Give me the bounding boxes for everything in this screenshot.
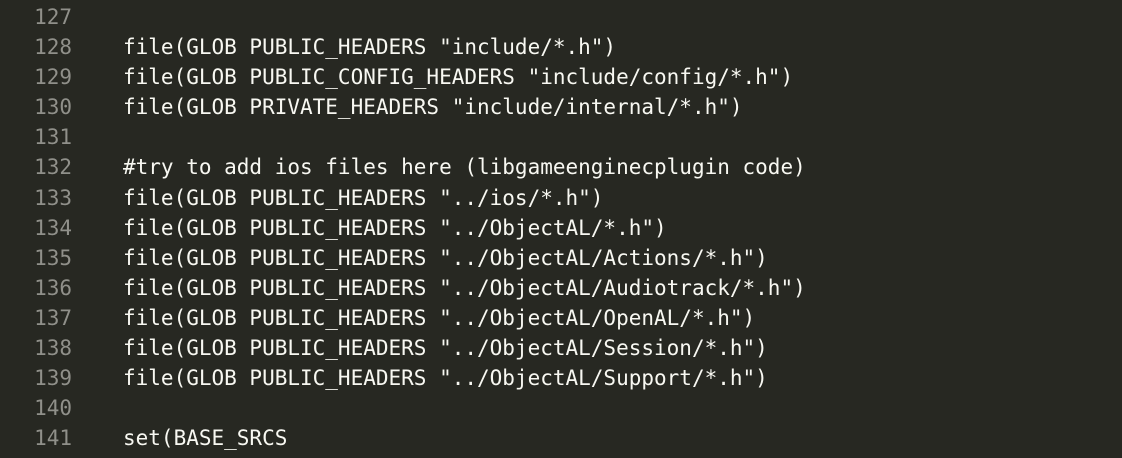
code-editor[interactable]: 127 128 file(GLOB PUBLIC_HEADERS "include/… (0, 0, 1122, 458)
line-code[interactable]: file(GLOB PUBLIC_HEADERS "../ObjectAL/Su… (123, 363, 768, 393)
code-line[interactable]: 129 file(GLOB PUBLIC_CONFIG_HEADERS "incl… (0, 62, 1122, 92)
partially-visible-line (123, 452, 520, 458)
code-line[interactable]: 131 (0, 122, 1122, 152)
code-line[interactable]: 133 file(GLOB PUBLIC_HEADERS "../ios/*.h"… (0, 183, 1122, 213)
code-line[interactable]: 137 file(GLOB PUBLIC_HEADERS "../ObjectAL… (0, 303, 1122, 333)
code-line[interactable]: 141 set(BASE_SRCS (0, 423, 1122, 453)
line-code[interactable]: file(GLOB PUBLIC_HEADERS "../ObjectAL/*.… (123, 213, 667, 243)
code-line[interactable]: 130 file(GLOB PRIVATE_HEADERS "include/in… (0, 92, 1122, 122)
line-code[interactable]: file(GLOB PUBLIC_HEADERS "include/*.h") (123, 32, 616, 62)
line-number: 135 (34, 245, 72, 270)
line-number: 130 (34, 95, 72, 120)
line-number: 129 (34, 65, 72, 90)
line-number: 140 (34, 396, 72, 421)
line-number: 136 (34, 275, 72, 300)
line-code[interactable]: file(GLOB PUBLIC_CONFIG_HEADERS "include… (123, 62, 793, 92)
code-line[interactable]: 139 file(GLOB PUBLIC_HEADERS "../ObjectAL… (0, 363, 1122, 393)
line-number: 133 (34, 185, 72, 210)
line-number: 128 (34, 35, 72, 60)
line-code[interactable]: set(BASE_SRCS (123, 423, 287, 453)
code-line[interactable]: 128 file(GLOB PUBLIC_HEADERS "include/*.h… (0, 32, 1122, 62)
code-line[interactable]: 127 (0, 2, 1122, 32)
line-number: 127 (34, 5, 72, 29)
line-number: 139 (34, 366, 72, 391)
code-lines: 127 128 file(GLOB PUBLIC_HEADERS "include/… (0, 2, 1122, 453)
line-number: 132 (34, 155, 72, 180)
code-line[interactable]: 138 file(GLOB PUBLIC_HEADERS "../ObjectAL… (0, 333, 1122, 363)
line-code[interactable]: file(GLOB PUBLIC_HEADERS "../ObjectAL/Ac… (123, 243, 768, 273)
line-number: 131 (34, 125, 72, 150)
line-number: 134 (34, 215, 72, 240)
line-number: 141 (34, 426, 72, 451)
line-code[interactable]: file(GLOB PUBLIC_HEADERS "../ObjectAL/Se… (123, 333, 768, 363)
code-line[interactable]: 134 file(GLOB PUBLIC_HEADERS "../ObjectAL… (0, 213, 1122, 243)
code-line[interactable]: 132 #try to add ios files here (libgameen… (0, 152, 1122, 182)
line-code[interactable]: file(GLOB PUBLIC_HEADERS "../ObjectAL/Au… (123, 273, 806, 303)
line-number: 137 (34, 305, 72, 330)
line-code[interactable]: #try to add ios files here (libgameengin… (123, 152, 806, 182)
line-code[interactable]: file(GLOB PRIVATE_HEADERS "include/inter… (123, 92, 743, 122)
code-line[interactable]: 140 (0, 393, 1122, 423)
code-line[interactable]: 135 file(GLOB PUBLIC_HEADERS "../ObjectAL… (0, 243, 1122, 273)
code-line[interactable]: 136 file(GLOB PUBLIC_HEADERS "../ObjectAL… (0, 273, 1122, 303)
line-code[interactable]: file(GLOB PUBLIC_HEADERS "../ios/*.h") (123, 183, 603, 213)
line-code[interactable]: file(GLOB PUBLIC_HEADERS "../ObjectAL/Op… (123, 303, 755, 333)
line-number: 138 (34, 336, 72, 361)
